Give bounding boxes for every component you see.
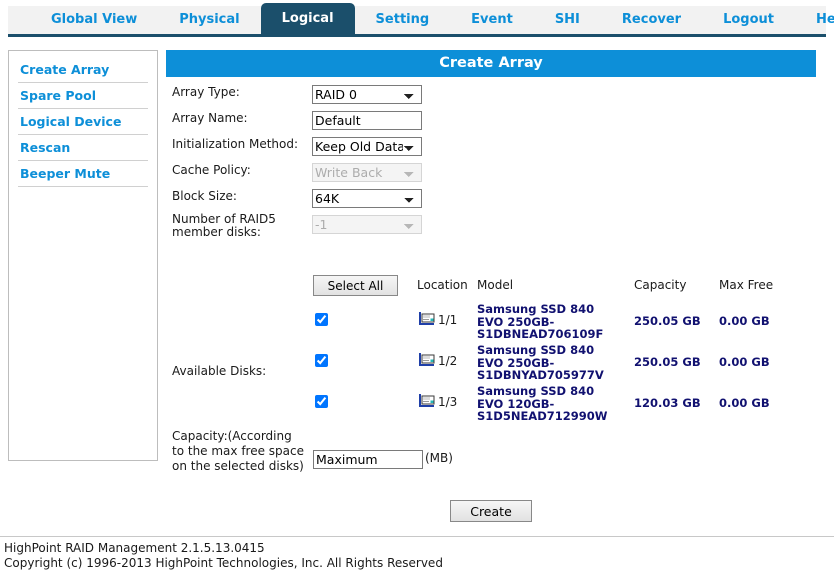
array-name-input[interactable]: [312, 111, 422, 130]
column-header-location: Location: [417, 278, 468, 292]
column-header-max-free: Max Free: [719, 278, 774, 292]
disk-model: Samsung SSD 840 EVO 250GB-S1DBNYAD705977…: [477, 343, 604, 382]
initialization-method-select[interactable]: Keep Old Data: [312, 137, 422, 156]
initialization-method-label: Initialization Method:: [172, 137, 299, 151]
raid5-label-line2: member disks:: [172, 225, 261, 239]
array-name-control-wrap: [312, 111, 422, 130]
array-type-control-wrap: RAID 0: [312, 85, 422, 104]
capacity-label: Capacity:(According to the max free spac…: [172, 429, 305, 473]
tab-recover[interactable]: Recover: [601, 6, 702, 34]
block-size-select[interactable]: 64K: [312, 189, 422, 208]
disk-capacity: 120.03 GB: [634, 396, 701, 410]
capacity-input[interactable]: [313, 450, 423, 469]
main-navigation-tabbar: Global View Physical Logical Setting Event SH…: [8, 3, 834, 37]
sidebar-item-logical-device[interactable]: Logical Device: [18, 109, 148, 135]
raid5-label-line1: Number of RAID5: [172, 212, 276, 226]
sidebar-item-create-array[interactable]: Create Array: [18, 57, 148, 83]
column-header-capacity: Capacity: [634, 278, 687, 292]
sidebar-item-spare-pool[interactable]: Spare Pool: [18, 83, 148, 109]
array-type-select[interactable]: RAID 0: [312, 85, 422, 104]
array-type-label: Array Type:: [172, 85, 240, 99]
sidebar-menu: Create Array Spare Pool Logical Device Resc…: [18, 57, 148, 187]
raid5-member-disks-label: Number of RAID5 member disks:: [172, 213, 276, 239]
disk-location: 1/3: [438, 395, 458, 409]
tab-event[interactable]: Event: [450, 6, 534, 34]
sidebar-item-rescan[interactable]: Rescan: [18, 135, 148, 161]
disk-location: 1/2: [438, 354, 458, 368]
capacity-unit-label: (MB): [425, 451, 453, 465]
tab-list: Global View Physical Logical Setting Event SH…: [8, 3, 834, 34]
disk-select-checkbox[interactable]: [315, 354, 328, 367]
form-row-array-type: Array Type: RAID 0: [166, 85, 826, 111]
tab-help[interactable]: Help: [795, 6, 834, 34]
cache-policy-select: Write Back: [312, 163, 422, 182]
disk-max-free: 0.00 GB: [719, 396, 770, 410]
footer-divider: [0, 536, 834, 537]
initialization-method-control-wrap: Keep Old Data: [312, 137, 422, 156]
create-array-form: Array Type: RAID 0 Array Name: Initializ…: [166, 85, 826, 241]
cache-policy-label: Cache Policy:: [172, 163, 251, 177]
tab-setting[interactable]: Setting: [355, 6, 451, 34]
create-button[interactable]: Create: [450, 500, 532, 522]
cache-policy-control-wrap: Write Back: [312, 163, 422, 182]
sidebar-item-beeper-mute[interactable]: Beeper Mute: [18, 161, 148, 187]
tab-physical[interactable]: Physical: [158, 6, 260, 34]
footer-version: HighPoint RAID Management 2.1.5.13.0415: [4, 541, 265, 555]
disk-drive-icon: [418, 312, 435, 326]
disk-location: 1/1: [438, 313, 458, 327]
column-header-model: Model: [477, 278, 514, 292]
raid5-member-disks-select: -1: [312, 215, 422, 234]
disk-select-checkbox[interactable]: [315, 395, 328, 408]
form-row-init-method: Initialization Method: Keep Old Data: [166, 137, 826, 163]
disk-drive-icon: [418, 353, 435, 367]
tab-logout[interactable]: Logout: [702, 6, 795, 34]
disk-capacity: 250.05 GB: [634, 314, 701, 328]
disk-select-checkbox[interactable]: [315, 313, 328, 326]
disk-capacity: 250.05 GB: [634, 355, 701, 369]
disk-model: Samsung SSD 840 EVO 120GB-S1D5NEAD712990…: [477, 384, 608, 423]
block-size-control-wrap: 64K: [312, 189, 422, 208]
raid5-member-disks-control-wrap: -1: [312, 215, 422, 234]
form-row-raid5-member-disks: Number of RAID5 member disks: -1: [166, 213, 826, 241]
form-row-array-name: Array Name:: [166, 111, 826, 137]
form-row-cache-policy: Cache Policy: Write Back: [166, 163, 826, 189]
tab-global-view[interactable]: Global View: [30, 6, 158, 34]
available-disks-label: Available Disks:: [172, 364, 267, 378]
disk-drive-icon: [418, 394, 435, 408]
disk-max-free: 0.00 GB: [719, 355, 770, 369]
footer: HighPoint RAID Management 2.1.5.13.0415 …: [4, 541, 443, 571]
array-name-label: Array Name:: [172, 111, 248, 125]
logical-sidebar: Create Array Spare Pool Logical Device Resc…: [8, 50, 158, 461]
block-size-label: Block Size:: [172, 189, 237, 203]
page-title: Create Array: [166, 50, 816, 77]
footer-copyright: Copyright (c) 1996-2013 HighPoint Techno…: [4, 556, 443, 570]
disk-max-free: 0.00 GB: [719, 314, 770, 328]
tab-shi[interactable]: SHI: [534, 6, 601, 34]
tab-logical[interactable]: Logical: [260, 3, 355, 34]
disk-model: Samsung SSD 840 EVO 250GB-S1DBNEAD706109…: [477, 302, 604, 341]
select-all-button[interactable]: Select All: [313, 275, 398, 296]
